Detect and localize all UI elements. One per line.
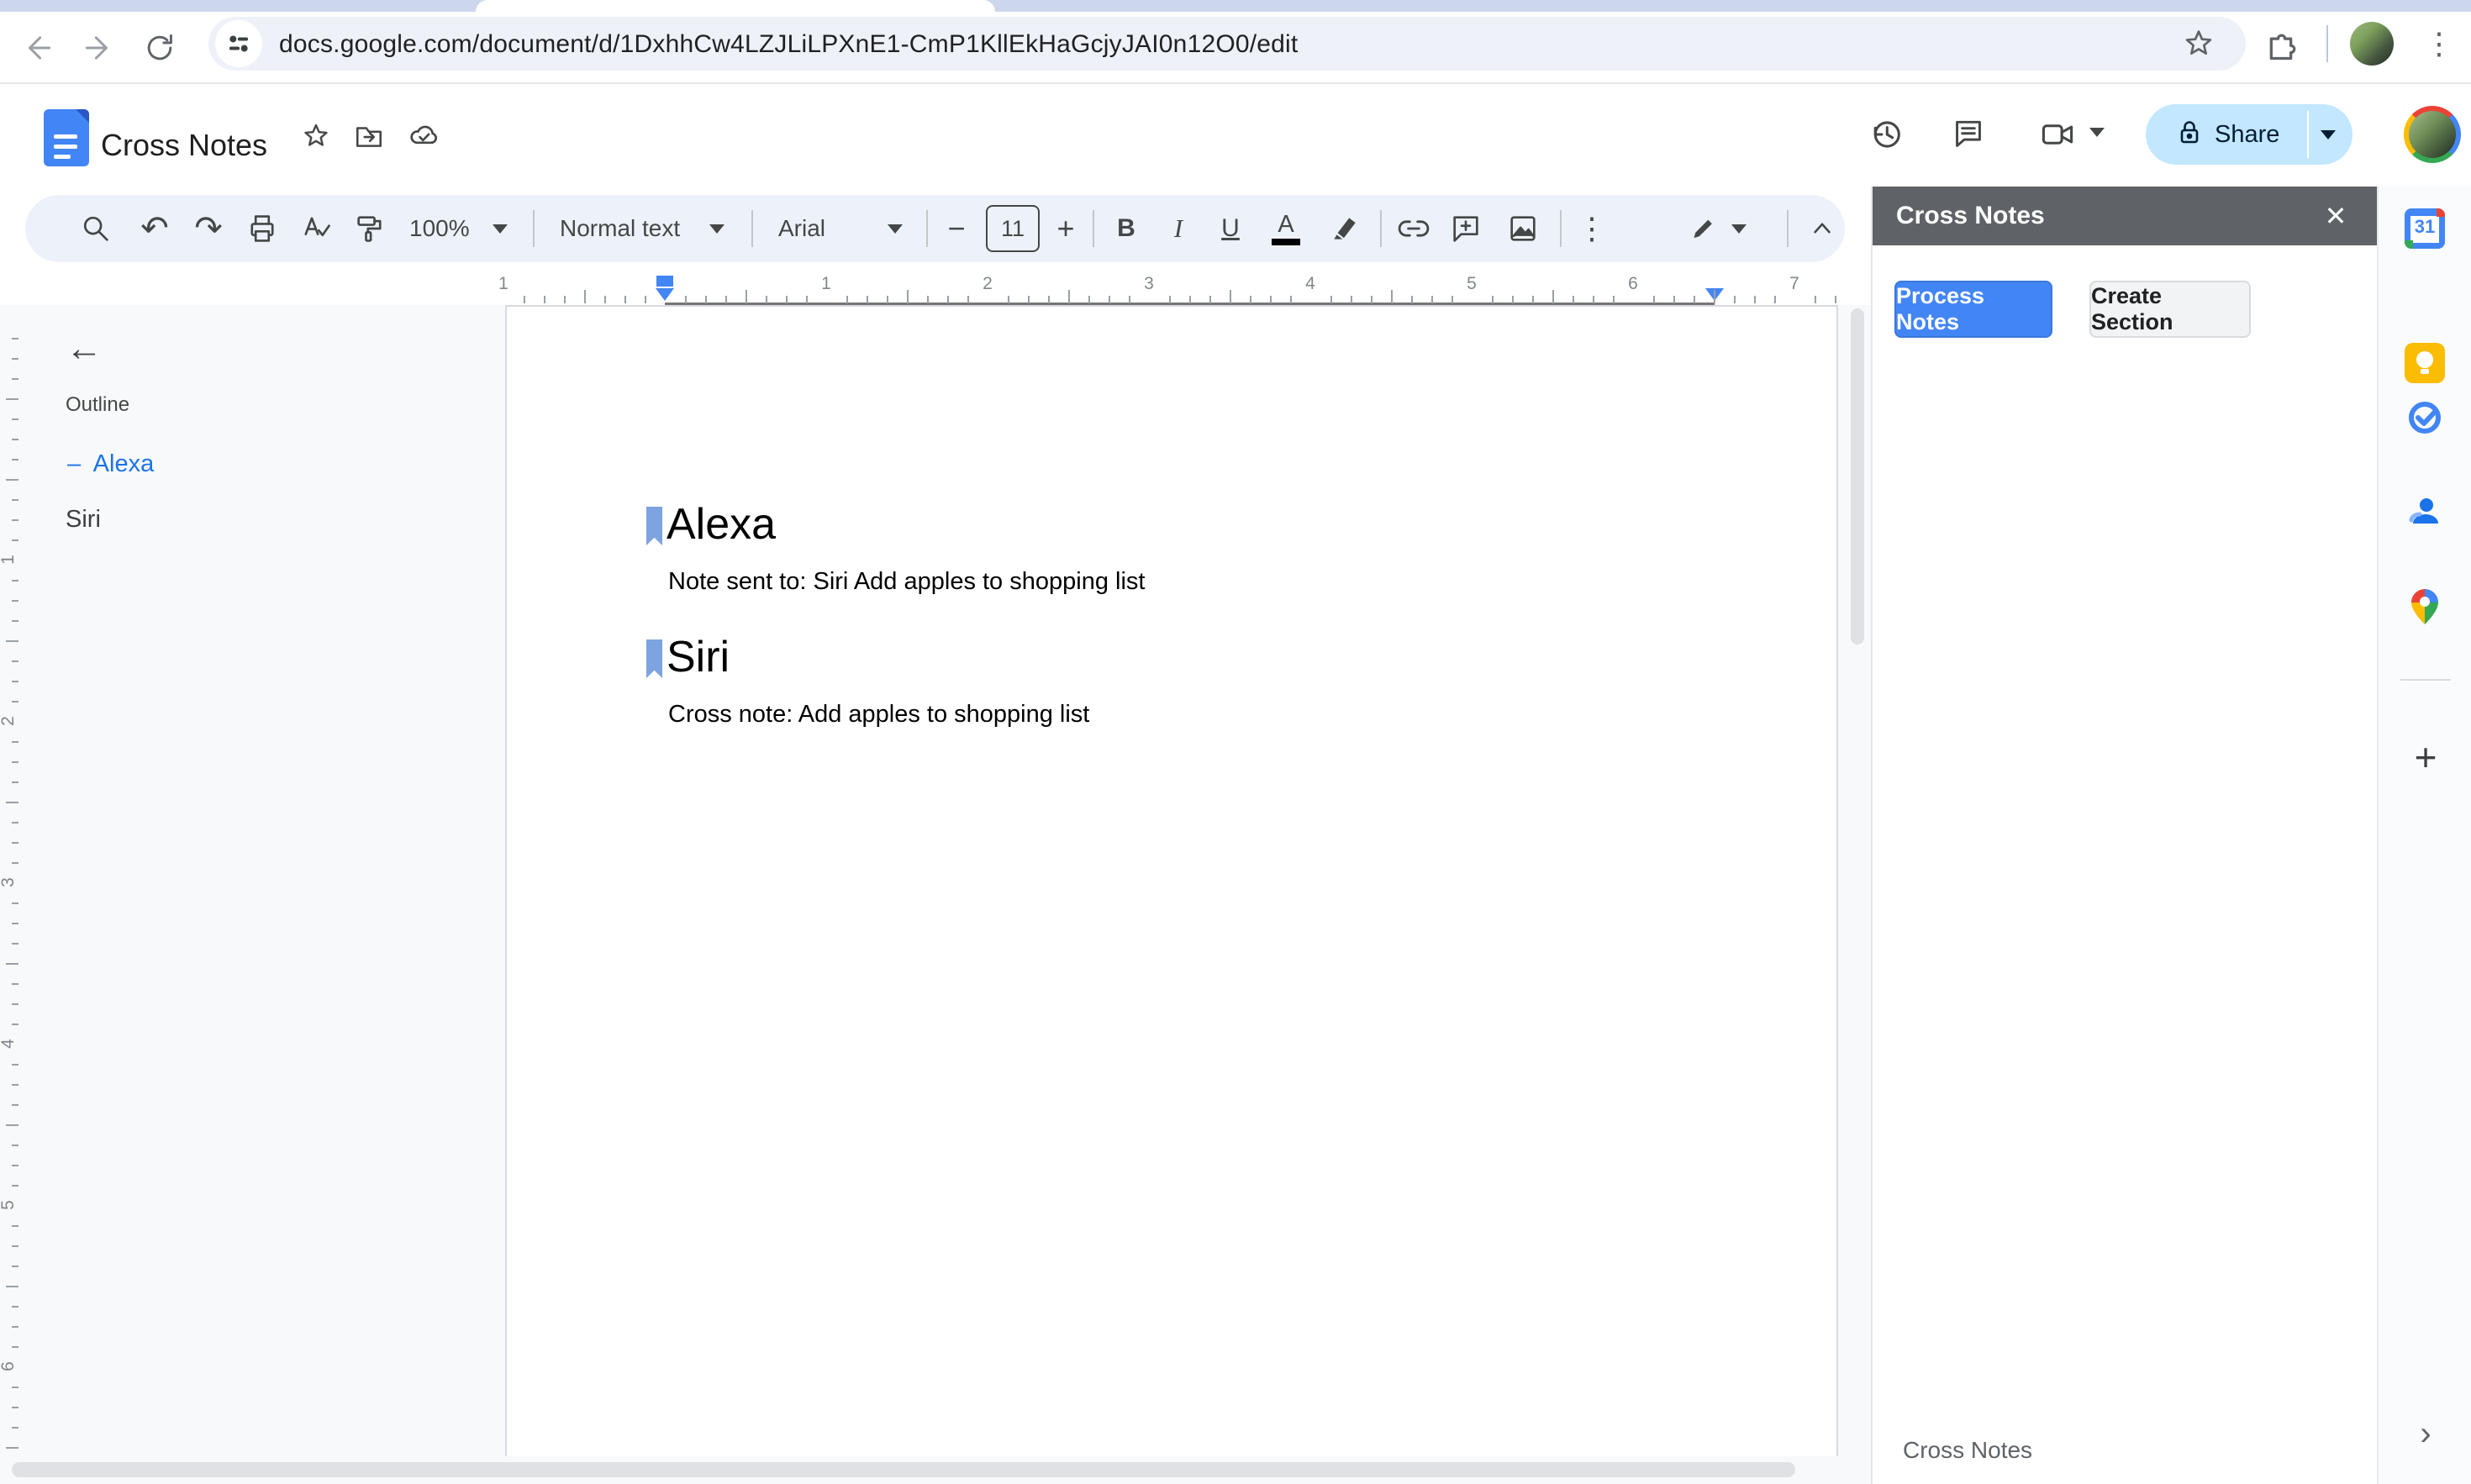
- share-split-divider: [2307, 111, 2309, 158]
- formatting-toolbar: ↶ ↷ 100% Normal text Arial − 11 + B I U …: [25, 195, 1845, 262]
- heading-siri[interactable]: Siri: [666, 632, 730, 682]
- tasks-icon[interactable]: [2405, 397, 2445, 438]
- forward-button[interactable]: [81, 29, 118, 66]
- font-size-input[interactable]: 11: [986, 205, 1040, 252]
- create-section-button[interactable]: Create Section: [2089, 281, 2251, 338]
- heading-alexa[interactable]: Alexa: [666, 499, 776, 550]
- search-menus-icon[interactable]: [79, 195, 113, 262]
- hide-menus-icon[interactable]: [1806, 195, 1838, 262]
- paint-format-icon[interactable]: [353, 195, 387, 262]
- zoom-caret[interactable]: [493, 224, 508, 234]
- style-caret[interactable]: [709, 224, 724, 234]
- add-comment-icon[interactable]: [1449, 195, 1483, 262]
- workspace-side-rail: 31 + ›: [2377, 187, 2471, 1484]
- insert-link-icon[interactable]: [1396, 195, 1431, 262]
- url-text[interactable]: docs.google.com/document/d/1DxhhCw4LZJLi…: [279, 30, 1298, 59]
- site-info-icon[interactable]: [215, 20, 262, 67]
- spell-check-icon[interactable]: [299, 195, 333, 262]
- comments-icon[interactable]: [1948, 114, 1989, 155]
- panel-title: Cross Notes: [1896, 202, 2045, 229]
- outline-item-alexa[interactable]: – Alexa: [67, 450, 154, 478]
- panel-header: Cross Notes ✕: [1873, 187, 2377, 245]
- outline-heading: Outline: [66, 393, 130, 416]
- get-addons-icon[interactable]: +: [2379, 734, 2471, 780]
- url-bar[interactable]: docs.google.com/document/d/1DxhhCw4LZJLi…: [208, 17, 2246, 71]
- version-history-icon[interactable]: [1866, 114, 1906, 155]
- bold-button[interactable]: B: [1117, 195, 1135, 262]
- underline-button[interactable]: U: [1221, 195, 1240, 262]
- highlight-color-icon[interactable]: [1329, 195, 1361, 262]
- font-select[interactable]: Arial: [778, 195, 825, 262]
- text-color-button[interactable]: A: [1272, 195, 1300, 262]
- more-toolbar-icon[interactable]: ⋮: [1577, 195, 1607, 262]
- left-indent-marker[interactable]: [656, 288, 674, 301]
- collapse-panel-chevron[interactable]: ›: [2379, 1415, 2471, 1453]
- insert-image-icon[interactable]: [1506, 195, 1540, 262]
- rail-divider: [2400, 679, 2451, 681]
- outline-active-dash: –: [67, 450, 82, 477]
- extensions-icon[interactable]: [2263, 25, 2300, 62]
- browser-menu-icon[interactable]: ⋮: [2421, 25, 2458, 62]
- vertical-ruler[interactable]: 123456: [0, 305, 19, 1456]
- account-avatar[interactable]: [2404, 106, 2461, 163]
- move-to-folder-icon[interactable]: [353, 120, 385, 156]
- zoom-select[interactable]: 100%: [409, 195, 470, 262]
- docs-app-icon[interactable]: [44, 109, 89, 166]
- paragraph-style-select[interactable]: Normal text: [560, 195, 680, 262]
- undo-icon[interactable]: ↶: [140, 195, 169, 262]
- contacts-icon[interactable]: [2405, 492, 2445, 532]
- outline-item-siri[interactable]: Siri: [66, 506, 101, 534]
- share-button[interactable]: Share: [2146, 104, 2352, 165]
- star-document-icon[interactable]: [301, 121, 331, 155]
- close-outline-button[interactable]: ←: [66, 328, 103, 370]
- process-notes-button[interactable]: Process Notes: [1894, 281, 2052, 338]
- share-dropdown-caret[interactable]: [2321, 130, 2336, 139]
- maps-icon[interactable]: [2405, 587, 2445, 627]
- meet-video-icon[interactable]: [2037, 114, 2078, 155]
- back-button[interactable]: [18, 29, 55, 66]
- calendar-icon[interactable]: 31: [2405, 208, 2445, 249]
- increase-font-icon[interactable]: +: [1056, 195, 1074, 262]
- toolbar-separator: [2326, 25, 2328, 62]
- document-vertical-scrollbar[interactable]: [1851, 308, 1864, 645]
- left-indent-square[interactable]: [656, 276, 673, 287]
- cross-notes-panel: Cross Notes ✕ Process Notes Create Secti…: [1873, 187, 2377, 1484]
- keep-icon[interactable]: [2405, 343, 2445, 383]
- panel-close-icon[interactable]: ✕: [2318, 198, 2353, 234]
- horizontal-ruler[interactable]: 11234567: [0, 271, 1846, 305]
- browser-profile-avatar[interactable]: [2350, 22, 2394, 66]
- redo-icon[interactable]: ↷: [194, 195, 223, 262]
- font-caret[interactable]: [888, 224, 903, 234]
- decrease-font-icon[interactable]: −: [947, 195, 965, 262]
- editing-mode-icon[interactable]: [1687, 195, 1719, 262]
- reload-button[interactable]: [141, 29, 178, 66]
- document-horizontal-scrollbar[interactable]: [12, 1462, 1795, 1477]
- document-status-cloud-icon[interactable]: [407, 119, 440, 157]
- share-label: Share: [2215, 120, 2280, 148]
- italic-button[interactable]: I: [1174, 195, 1183, 262]
- panel-footer-label: Cross Notes: [1903, 1437, 2033, 1463]
- lock-icon: [2174, 118, 2205, 152]
- meet-dropdown-caret[interactable]: [2089, 128, 2105, 137]
- tab-strip: [0, 0, 2471, 12]
- editing-mode-caret[interactable]: [1731, 224, 1747, 234]
- document-page[interactable]: [505, 305, 1838, 1456]
- app-window: docs.google.com/document/d/1DxhhCw4LZJLi…: [0, 0, 2471, 1484]
- print-icon[interactable]: [245, 195, 279, 262]
- document-canvas: [0, 305, 1871, 1484]
- active-tab[interactable]: [476, 0, 995, 12]
- document-title[interactable]: Cross Notes: [101, 128, 267, 163]
- bookmark-star-icon[interactable]: [2182, 27, 2215, 65]
- body-siri[interactable]: Cross note: Add apples to shopping list: [668, 701, 1089, 729]
- body-alexa[interactable]: Note sent to: Siri Add apples to shoppin…: [668, 568, 1145, 596]
